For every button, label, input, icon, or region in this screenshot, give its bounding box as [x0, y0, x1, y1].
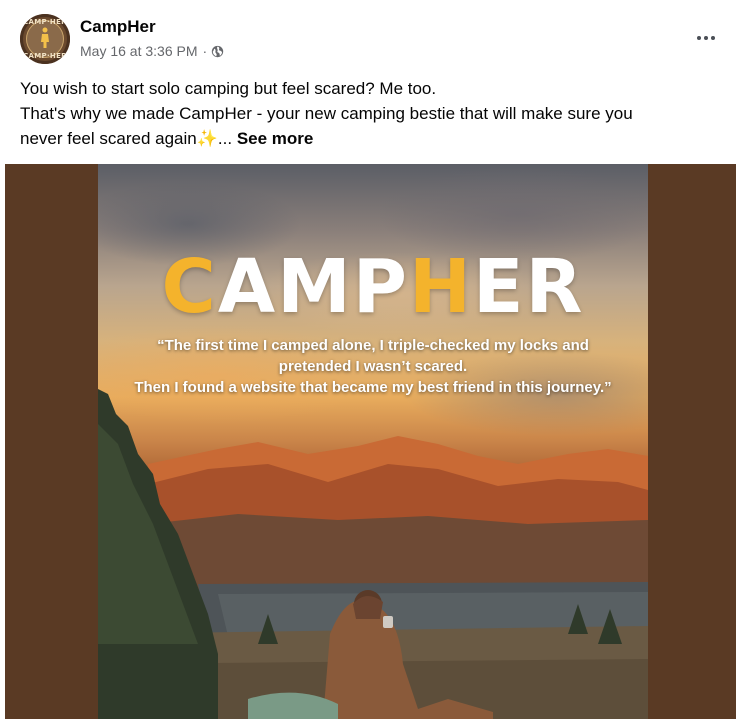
- image-quote: “The first time I camped alone, I triple…: [98, 335, 648, 398]
- more-options-dot: [711, 36, 715, 40]
- title-part-er: ER: [472, 244, 585, 330]
- avatar-logo-text-bottom: CAMP·HER: [23, 52, 67, 60]
- quote-line-2: pretended I wasn’t scared.: [278, 358, 468, 375]
- post-image[interactable]: CAMPHER “The first time I camped alone, …: [98, 164, 648, 719]
- globe-icon[interactable]: [211, 45, 224, 58]
- post-text: You wish to start solo camping but feel …: [20, 76, 720, 151]
- more-options-dot: [704, 36, 708, 40]
- sparkle-icon: ✨: [196, 129, 218, 148]
- campher-title: CAMPHER: [98, 244, 648, 330]
- ellipsis: ...: [217, 129, 233, 148]
- title-part-camp: CAMP: [162, 244, 409, 330]
- avatar[interactable]: CAMP·HER CAMP·HER: [20, 14, 70, 64]
- title-part-h: H: [409, 244, 473, 330]
- post-text-line-3-body: never feel scared again: [20, 129, 197, 148]
- title-letters-amp: AMP: [217, 244, 409, 330]
- post-text-line-1: You wish to start solo camping but feel …: [20, 79, 437, 98]
- post-header: CAMP·HER CAMP·HER CampHer May 16 at 3:36…: [0, 0, 736, 70]
- title-letter-c: C: [161, 244, 218, 330]
- meta-separator: ·: [202, 43, 208, 59]
- author-name[interactable]: CampHer: [80, 17, 156, 37]
- post-text-line-2: That's why we made CampHer - your new ca…: [20, 104, 633, 123]
- post-meta: May 16 at 3:36 PM ·: [80, 43, 224, 59]
- post-text-line-3: never feel scared again✨... See more: [20, 126, 720, 151]
- avatar-logo-text-top: CAMP·HER: [23, 18, 67, 26]
- post-timestamp[interactable]: May 16 at 3:36 PM: [80, 43, 198, 59]
- facebook-post: CAMP·HER CAMP·HER CampHer May 16 at 3:36…: [0, 0, 736, 719]
- woman-figure-icon: [41, 27, 49, 48]
- quote-line-3: Then I found a website that became my be…: [134, 379, 612, 396]
- post-media[interactable]: CAMPHER “The first time I camped alone, …: [5, 164, 736, 719]
- more-options-button[interactable]: [688, 22, 724, 54]
- see-more-link[interactable]: See more: [237, 129, 314, 148]
- more-options-dot: [697, 36, 701, 40]
- quote-line-1: “The first time I camped alone, I triple…: [157, 337, 589, 354]
